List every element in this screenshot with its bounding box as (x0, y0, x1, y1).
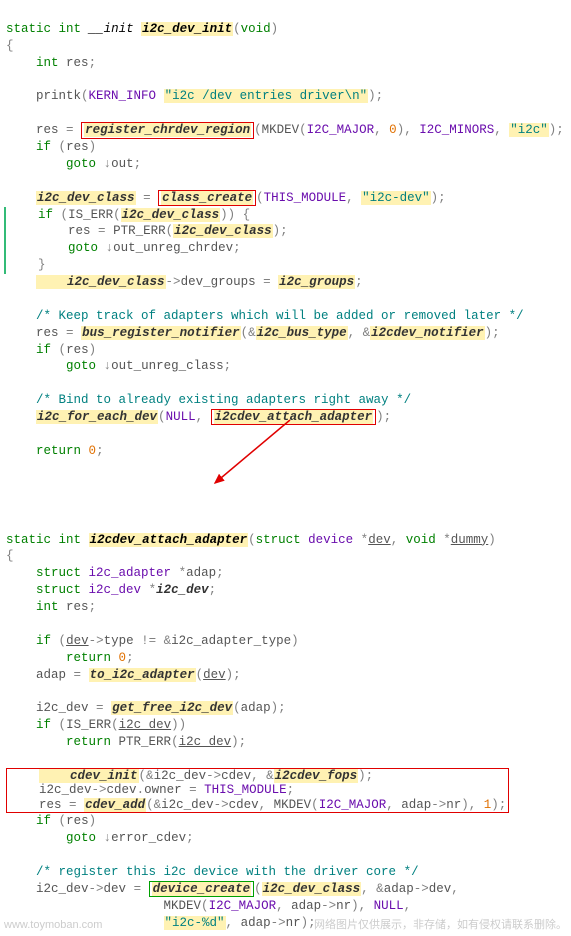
l: if (dev->type != &i2c_adapter_type) (6, 634, 299, 648)
code-bottom: static int i2cdev_attach_adapter(struct … (6, 515, 565, 932)
kw-static: static (6, 22, 51, 36)
l: res = register_chrdev_region(MKDEV(I2C_M… (6, 123, 564, 137)
attr-init: __init (89, 22, 134, 36)
l: goto ↓out; (6, 157, 141, 171)
l: res = bus_register_notifier(&i2c_bus_typ… (6, 326, 500, 340)
l: i2c_dev->dev = device_create(i2c_dev_cla… (6, 882, 459, 896)
l: struct i2c_adapter *adap; (6, 566, 224, 580)
l: struct i2c_dev *i2c_dev; (6, 583, 216, 597)
l: if (IS_ERR(i2c_dev)) (6, 718, 186, 732)
l: int res; (6, 600, 96, 614)
watermark: www.toymoban.com 网络图片仅供展示，非存储，如有侵权请联系删除。 (4, 918, 567, 933)
l: return PTR_ERR(i2c_dev); (6, 735, 246, 749)
l: int res; (6, 56, 96, 70)
l: i2c_dev = get_free_i2c_dev(adap); (6, 701, 286, 715)
watermark-left: www.toymoban.com (4, 918, 102, 933)
l: if (res) (6, 343, 96, 357)
l: goto ↓error_cdev; (6, 831, 194, 845)
l: return 0; (6, 651, 134, 665)
cdev-box: cdev_init(&i2c_dev->cdev, &i2cdev_fops);… (6, 768, 509, 813)
fn-i2c-dev-init: i2c_dev_init (141, 22, 233, 36)
l: i2c_for_each_dev(NULL, i2cdev_attach_ada… (6, 410, 391, 424)
watermark-right: 网络图片仅供展示，非存储，如有侵权请联系删除。 (314, 918, 567, 933)
l: printk(KERN_INFO "i2c /dev entries drive… (6, 89, 383, 103)
l: if (res) (6, 140, 96, 154)
l: if (IS_ERR(i2c_dev_class)) { res = PTR_E… (4, 207, 288, 275)
l: goto ↓out_unreg_class; (6, 359, 231, 373)
l: if (res) (6, 814, 96, 828)
l: return 0; (6, 444, 104, 458)
comment: /* Bind to already existing adapters rig… (6, 393, 411, 407)
spacer (6, 460, 565, 515)
l: adap = to_i2c_adapter(dev); (6, 668, 241, 682)
comment: /* Keep track of adapters which will be … (6, 309, 524, 323)
l: i2c_dev_class->dev_groups = i2c_groups; (6, 275, 363, 289)
code-top: static int __init i2c_dev_init(void) { i… (6, 4, 565, 460)
comment: /* register this i2c device with the dri… (6, 865, 419, 879)
kw-int: int (59, 22, 82, 36)
l: i2c_dev_class = class_create(THIS_MODULE… (6, 191, 446, 205)
l: MKDEV(I2C_MAJOR, adap->nr), NULL, (6, 899, 411, 913)
fn-attach-adapter: i2cdev_attach_adapter (89, 533, 249, 547)
